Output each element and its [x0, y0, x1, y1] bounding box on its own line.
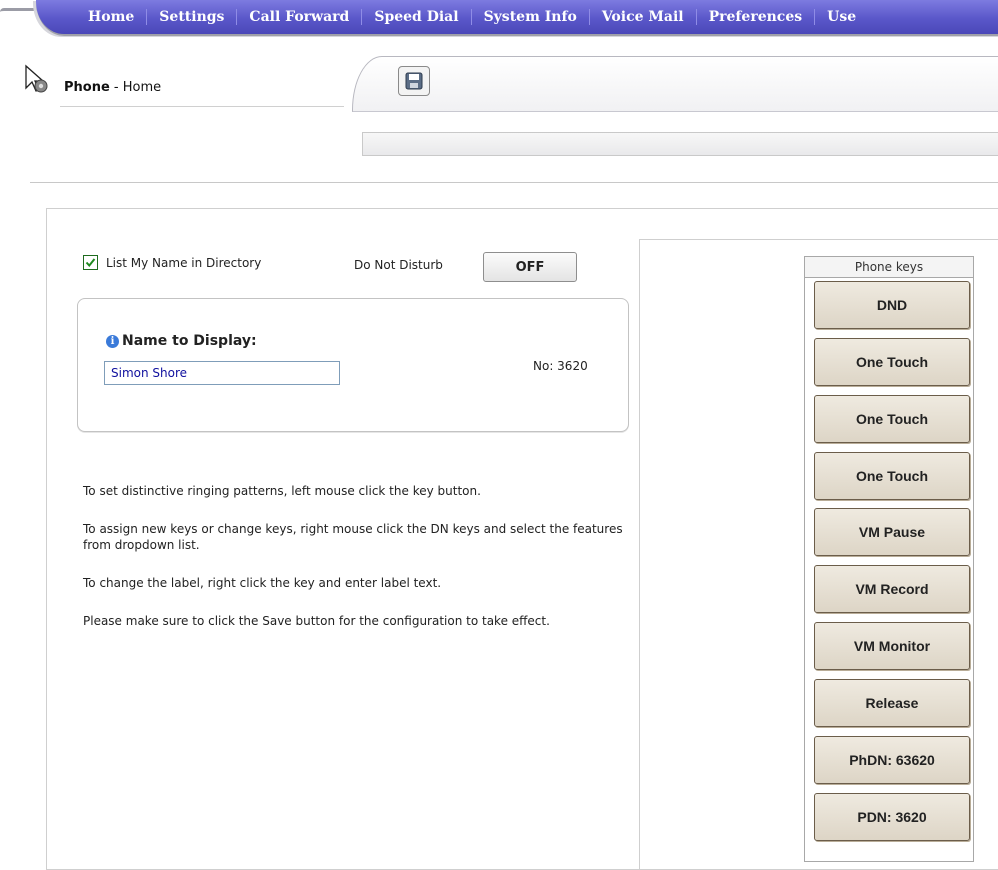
list-in-directory-checkbox[interactable]: [83, 255, 98, 270]
phone-key-8[interactable]: Release: [814, 679, 970, 727]
phone-key-9[interactable]: PhDN: 63620: [814, 736, 970, 784]
phone-key-3[interactable]: One Touch: [814, 395, 970, 443]
nav-voice-mail[interactable]: Voice Mail: [590, 9, 697, 25]
help-text-save: Please make sure to click the Save butto…: [83, 614, 550, 628]
phone-key-5[interactable]: VM Pause: [814, 508, 970, 556]
checkmark-icon: [85, 258, 96, 268]
nav-speed-dial[interactable]: Speed Dial: [362, 9, 472, 25]
save-button[interactable]: [398, 66, 430, 96]
header-divider: [30, 182, 998, 183]
help-text-ringing: To set distinctive ringing patterns, lef…: [83, 484, 481, 498]
name-to-display-input[interactable]: Simon Shore: [104, 361, 340, 385]
page-title-app: Phone: [64, 80, 110, 95]
save-icon: [405, 72, 423, 90]
nav-preferences[interactable]: Preferences: [697, 9, 816, 25]
phone-key-1[interactable]: DND: [814, 281, 970, 329]
help-text-change-label: To change the label, right click the key…: [83, 576, 442, 590]
nav-call-forward[interactable]: Call Forward: [237, 9, 363, 25]
nav-system-info[interactable]: System Info: [472, 9, 590, 25]
page-title-section: Home: [122, 80, 162, 95]
extension-number: No: 3620: [533, 359, 588, 373]
page-header: Phone - Home: [0, 42, 998, 187]
main-panel: List My Name in Directory Do Not Disturb…: [46, 208, 998, 870]
top-navigation: Home Settings Call Forward Speed Dial Sy…: [0, 0, 998, 42]
info-icon: i: [106, 335, 119, 348]
nav-home[interactable]: Home: [76, 9, 148, 25]
nav-settings[interactable]: Settings: [147, 9, 238, 25]
list-in-directory-label: List My Name in Directory: [106, 255, 262, 270]
toolbar: [352, 56, 998, 112]
phone-key-4[interactable]: One Touch: [814, 452, 970, 500]
phone-key-2[interactable]: One Touch: [814, 338, 970, 386]
directory-row: List My Name in Directory: [83, 255, 261, 270]
page-title-separator: -: [109, 80, 123, 95]
name-to-display-label: Name to Display:: [122, 333, 257, 349]
settings-panel: List My Name in Directory Do Not Disturb…: [47, 209, 637, 859]
phone-keys-panel: Phone keys DND One Touch One Touch One T…: [639, 239, 998, 870]
do-not-disturb-label: Do Not Disturb: [354, 258, 443, 272]
help-text-assign-keys: To assign new keys or change keys, right…: [83, 522, 623, 552]
page-title: Phone - Home: [64, 80, 161, 95]
mouse-pointer-icon: [25, 64, 48, 93]
phone-key-7[interactable]: VM Monitor: [814, 622, 970, 670]
phone-key-10[interactable]: PDN: 3620: [814, 793, 970, 841]
name-display-box: i Name to Display: Simon Shore No: 3620: [77, 298, 629, 432]
phone-keys-header: Phone keys: [805, 257, 973, 278]
nav-menu: Home Settings Call Forward Speed Dial Sy…: [76, 0, 868, 34]
do-not-disturb-toggle[interactable]: OFF: [483, 252, 577, 282]
nav-user[interactable]: Use: [815, 9, 868, 25]
phone-key-6[interactable]: VM Record: [814, 565, 970, 613]
phone-keys-column: Phone keys DND One Touch One Touch One T…: [804, 256, 974, 862]
title-divider: [60, 106, 344, 107]
status-bar: [362, 132, 998, 156]
